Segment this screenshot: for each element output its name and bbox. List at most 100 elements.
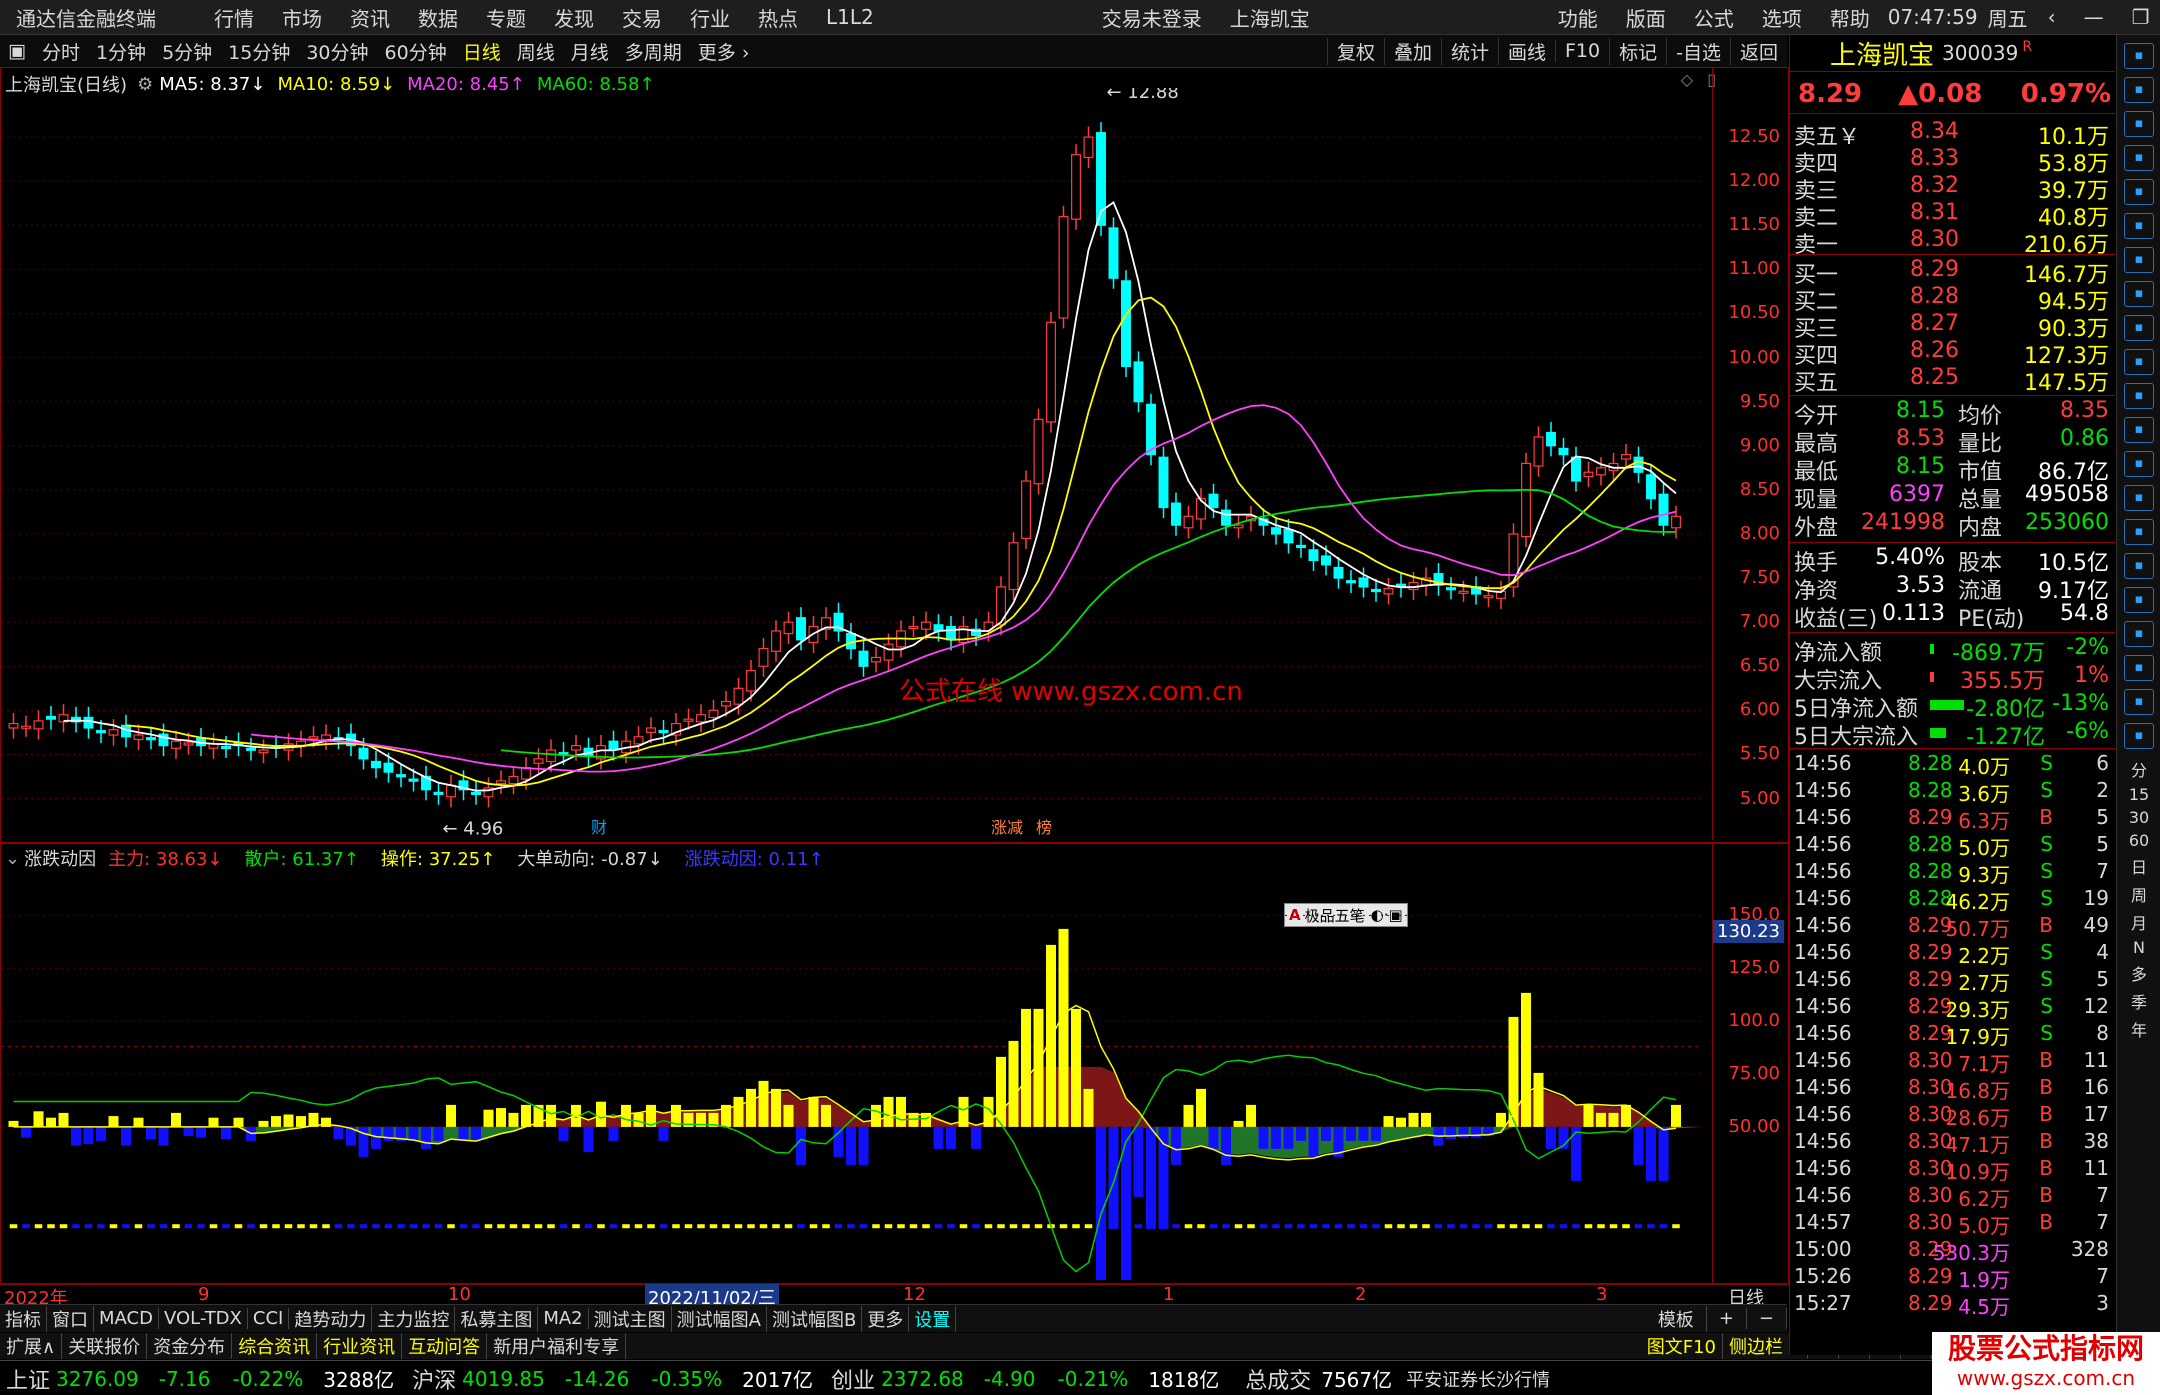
sidebar-move-icon[interactable]: ▪: [2124, 621, 2154, 647]
menu-item-6[interactable]: 交易: [608, 3, 676, 32]
info-tab-2[interactable]: 资金分布: [147, 1333, 233, 1359]
toolbar-btn-6[interactable]: -自选: [1666, 37, 1730, 65]
indicator-tab-9[interactable]: 测试主图: [589, 1305, 672, 1332]
back-arrow-icon[interactable]: ‹: [2034, 5, 2070, 29]
menu-item-1[interactable]: 市场: [268, 3, 336, 32]
sidebar-fs-icon[interactable]: ▪: [2124, 689, 2154, 715]
candlestick-chart[interactable]: ← 12.88 ← 4.96 公式在线 www.gszx.com.cn 财 涨减榜: [1, 88, 1711, 840]
menu-item-7[interactable]: 行业: [676, 3, 744, 32]
tick-list[interactable]: 14:56 8.28 4.0万 S 6 14:56 8.28 3.6万 S 2 14:56 8.29 6…: [1790, 748, 2115, 1349]
trade-status[interactable]: 交易未登录: [1088, 3, 1216, 32]
period-tab-3[interactable]: 15分钟: [220, 38, 298, 65]
menu-item-8[interactable]: 热点: [744, 3, 812, 32]
period-tab-8[interactable]: 月线: [563, 38, 617, 65]
sidebar-period-3[interactable]: 60: [2117, 831, 2160, 850]
info-tab-0[interactable]: 扩展∧: [0, 1333, 63, 1359]
sidebar-grid-icon[interactable]: ▪: [2124, 281, 2154, 307]
sidebar-f10b-icon[interactable]: ▪: [2124, 451, 2154, 477]
sidebar-rsi-icon[interactable]: ▪: [2124, 587, 2154, 613]
info-tab-1[interactable]: 关联报价: [62, 1333, 148, 1359]
sidebar-period-0[interactable]: 分: [2117, 757, 2160, 781]
sidebar-pen-icon[interactable]: ▪: [2124, 655, 2154, 681]
sidebar-period-7[interactable]: N: [2117, 938, 2160, 957]
sub-chart-collapse-icon[interactable]: ⌄: [5, 848, 20, 869]
sidebar-news-icon[interactable]: ▪: [2124, 349, 2154, 375]
sidebar-period-1[interactable]: 15: [2117, 785, 2160, 804]
sidebar-dict-icon[interactable]: ▪: [2124, 485, 2154, 511]
period-tab-9[interactable]: 多周期: [617, 38, 690, 65]
sidebar-plus-icon[interactable]: ▪: [2124, 247, 2154, 273]
sidebar-period-8[interactable]: 多: [2117, 961, 2160, 985]
sidebar-period-10[interactable]: 年: [2117, 1017, 2160, 1041]
indicator-tab-6[interactable]: 主力监控: [372, 1305, 456, 1332]
period-tab-2[interactable]: 5分钟: [154, 38, 220, 65]
menu-item-2[interactable]: 资讯: [336, 3, 404, 32]
toolbar-btn-7[interactable]: 返回: [1729, 37, 1787, 65]
template-ctrl-2[interactable]: −: [1747, 1308, 1787, 1329]
menu-item-3[interactable]: 数据: [404, 3, 472, 32]
sidebar-search-icon[interactable]: ▪: [2124, 43, 2154, 69]
toolbar-btn-5[interactable]: 标记: [1609, 37, 1666, 65]
period-tab-6[interactable]: 日线: [455, 38, 509, 65]
layout-toggle-icon[interactable]: ▣: [0, 40, 34, 62]
toolbar-btn-4[interactable]: F10: [1555, 40, 1609, 62]
info-tab-5[interactable]: 互动问答: [402, 1333, 488, 1359]
toolbar-btn-2[interactable]: 统计: [1440, 37, 1498, 65]
sidebar-web-icon[interactable]: ▪: [2124, 383, 2154, 409]
indicator-tab-7[interactable]: 私募主图: [455, 1305, 539, 1332]
menu-item-4[interactable]: 专题: [472, 3, 540, 32]
sidebar-period-5[interactable]: 周: [2117, 882, 2160, 906]
diamond-icon[interactable]: ◇: [1681, 70, 1693, 89]
indicator-tab-12[interactable]: 更多: [862, 1305, 910, 1332]
info-tab-3[interactable]: 综合资讯: [232, 1333, 318, 1359]
sidebar-f2-icon[interactable]: ▪: [2124, 417, 2154, 443]
info-tab-6[interactable]: 新用户福利专享: [487, 1333, 627, 1359]
period-tab-5[interactable]: 60分钟: [377, 38, 455, 65]
sidebar-up-icon[interactable]: ▪: [2124, 77, 2154, 103]
template-ctrl-1[interactable]: +: [1707, 1308, 1747, 1329]
indicator-tab-0[interactable]: 指标: [0, 1305, 47, 1332]
sidebar-calc-icon[interactable]: ▪: [2124, 145, 2154, 171]
right-menu-item-4[interactable]: 帮助: [1816, 3, 1884, 32]
minimize-icon[interactable]: —: [2070, 5, 2118, 29]
template-ctrl-0[interactable]: 模板: [1646, 1305, 1707, 1332]
right-menu-item-3[interactable]: 选项: [1748, 3, 1816, 32]
right-menu-item-0[interactable]: 功能: [1544, 3, 1612, 32]
sidebar-period-9[interactable]: 季: [2117, 989, 2160, 1013]
period-tab-7[interactable]: 周线: [509, 38, 563, 65]
sidebar-gg-icon[interactable]: ▪: [2124, 723, 2154, 749]
indicator-chart[interactable]: [1, 868, 1711, 1280]
menu-item-9[interactable]: L1L2: [812, 5, 888, 29]
sidebar-down-icon[interactable]: ▪: [2124, 111, 2154, 137]
sidebar-period-4[interactable]: 日: [2117, 854, 2160, 878]
period-tab-10[interactable]: 更多 ›: [690, 38, 758, 65]
sidebar-cap-icon[interactable]: ▪: [2124, 553, 2154, 579]
toolbar-btn-0[interactable]: 复权: [1326, 37, 1384, 65]
info-tab-4[interactable]: 行业资讯: [317, 1333, 403, 1359]
sidebar-chart-icon[interactable]: ▪: [2124, 179, 2154, 205]
sidebar-period-6[interactable]: 月: [2117, 910, 2160, 934]
right-menu-item-1[interactable]: 版面: [1612, 3, 1680, 32]
restore-icon[interactable]: ❐: [2118, 5, 2160, 29]
indicator-tab-8[interactable]: MA2: [538, 1308, 589, 1329]
sidebar-f10-icon[interactable]: ▪: [2124, 315, 2154, 341]
sidebar-link-icon[interactable]: ▪: [2124, 519, 2154, 545]
menu-item-5[interactable]: 发现: [540, 3, 608, 32]
toolbar-btn-1[interactable]: 叠加: [1383, 37, 1441, 65]
indicator-tab-4[interactable]: CCI: [248, 1308, 290, 1329]
right-menu-item-2[interactable]: 公式: [1680, 3, 1748, 32]
sidebar-period-2[interactable]: 30: [2117, 808, 2160, 827]
menu-item-0[interactable]: 行情: [200, 3, 268, 32]
indicator-tab-10[interactable]: 测试幅图A: [672, 1305, 767, 1332]
indicator-tab-2[interactable]: MACD: [94, 1308, 159, 1329]
indicator-tab-3[interactable]: VOL-TDX: [159, 1308, 248, 1329]
indicator-tab-13[interactable]: 设置: [909, 1305, 957, 1332]
sidebar-list-icon[interactable]: ▪: [2124, 213, 2154, 239]
period-tab-1[interactable]: 1分钟: [88, 38, 154, 65]
period-tab-0[interactable]: 分时: [34, 38, 88, 65]
indicator-tab-5[interactable]: 趋势动力: [289, 1305, 373, 1332]
toolbar-btn-3[interactable]: 画线: [1497, 37, 1555, 65]
info-right-tab-0[interactable]: 图文F10: [1641, 1333, 1723, 1359]
indicator-tab-1[interactable]: 窗口: [47, 1305, 94, 1332]
period-tab-4[interactable]: 30分钟: [298, 38, 376, 65]
